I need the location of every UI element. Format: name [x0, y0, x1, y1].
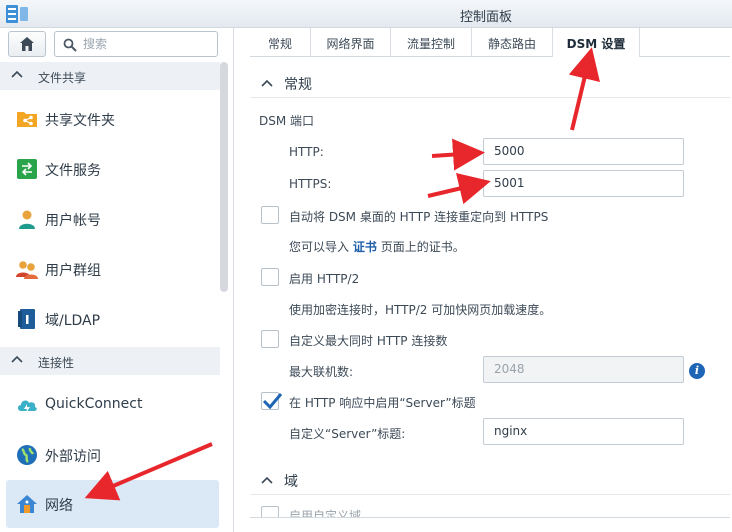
http-port-field[interactable]: 5000	[483, 138, 684, 165]
home-icon	[20, 37, 34, 51]
sidebar-item-quickconnect[interactable]: QuickConnect	[6, 381, 219, 429]
section-title: 常规	[284, 77, 312, 93]
http-port-label: HTTP:	[289, 145, 324, 159]
clipped-row: 启用自定义域	[234, 506, 732, 517]
https-port-label: HTTPS:	[289, 177, 332, 191]
custom-domain-label: 启用自定义域	[289, 509, 362, 517]
chevron-up-icon	[261, 79, 273, 87]
custom-domain-checkbox[interactable]	[261, 506, 279, 517]
sidebar-item-label: 网络	[45, 498, 73, 514]
server-header-label: 在 HTTP 响应中启用“Server”标题	[289, 396, 476, 410]
sidebar-item-label: QuickConnect	[45, 396, 143, 412]
divider	[250, 517, 730, 518]
title-bar: 控制面板	[0, 0, 732, 28]
max-connections-field: 2048	[483, 356, 684, 383]
certificate-link[interactable]: 证书	[353, 240, 377, 254]
tab-network-interface[interactable]: 网络界面	[311, 28, 391, 57]
chevron-up-icon	[11, 70, 23, 78]
search-input[interactable]	[83, 35, 211, 53]
sidebar-item-domain-ldap[interactable]: 域/LDAP	[6, 295, 219, 343]
max-connections-field-label: 最大联机数:	[289, 365, 354, 379]
main-panel: 常规 网络界面 流量控制 静态路由 DSM 设置 常规 DSM 端口 HTTP:…	[234, 28, 732, 532]
certificate-note: 您可以导入 证书 页面上的证书。	[289, 240, 465, 254]
https-port-field[interactable]: 5001	[483, 170, 684, 197]
sidebar-item-label: 文件服务	[45, 163, 101, 179]
checkmark-icon	[262, 393, 283, 410]
sidebar-item-group[interactable]: 用户群组	[6, 245, 219, 293]
search-box[interactable]	[54, 31, 218, 57]
section-general-header[interactable]: 常规	[250, 68, 730, 98]
group-icon	[16, 261, 38, 279]
server-header-checkbox[interactable]	[261, 392, 283, 410]
file-services-icon	[17, 159, 37, 179]
sidebar-item-label: 用户群组	[45, 263, 101, 279]
sidebar-item-label: 外部访问	[45, 449, 101, 465]
custom-server-field[interactable]: nginx	[483, 418, 684, 445]
redirect-https-checkbox[interactable]	[261, 206, 279, 224]
external-access-icon	[17, 445, 37, 465]
sidebar-item-external-access[interactable]: 外部访问	[6, 431, 219, 479]
info-icon[interactable]: i	[689, 363, 705, 379]
sidebar-item-shared-folder[interactable]: 共享文件夹	[6, 95, 219, 143]
search-icon	[63, 38, 77, 52]
window-title: 控制面板	[459, 10, 512, 25]
network-icon	[17, 495, 37, 513]
dsm-port-label: DSM 端口	[259, 114, 315, 128]
quickconnect-icon	[18, 400, 37, 413]
sidebar-item-label: 共享文件夹	[45, 113, 115, 129]
http2-label: 启用 HTTP/2	[289, 272, 360, 286]
max-connections-checkbox[interactable]	[261, 330, 279, 348]
sidebar-item-user[interactable]: 用户帐号	[6, 195, 219, 243]
sidebar-scrollbar[interactable]	[220, 62, 228, 292]
home-button[interactable]	[8, 31, 46, 57]
tab-bar: 常规 网络界面 流量控制 静态路由 DSM 设置	[250, 28, 730, 57]
tab-dsm-settings[interactable]: DSM 设置	[553, 28, 640, 57]
max-connections-label: 自定义最大同时 HTTP 连接数	[289, 334, 448, 348]
sidebar-section-connectivity[interactable]: 连接性	[0, 347, 220, 375]
chevron-up-icon	[261, 476, 273, 484]
http2-checkbox[interactable]	[261, 268, 279, 286]
chevron-up-icon	[11, 355, 23, 363]
sidebar-section-label: 文件共享	[38, 71, 87, 85]
user-icon	[19, 210, 35, 229]
redirect-https-label: 自动将 DSM 桌面的 HTTP 连接重定向到 HTTPS	[289, 210, 549, 224]
shared-folder-icon	[17, 112, 37, 127]
section-title: 域	[284, 474, 298, 490]
sidebar: 文件共享 共享文件夹 文件服务 用户帐号 用户群组	[0, 28, 234, 532]
tab-general[interactable]: 常规	[250, 28, 311, 57]
domain-ldap-icon	[18, 309, 35, 329]
custom-server-label: 自定义“Server”标题:	[289, 427, 406, 441]
section-domain-header[interactable]: 域	[250, 465, 730, 495]
sidebar-item-label: 用户帐号	[45, 213, 101, 229]
http2-note: 使用加密连接时，HTTP/2 可加快网页加载速度。	[289, 303, 552, 317]
tab-static-route[interactable]: 静态路由	[472, 28, 553, 57]
sidebar-item-network[interactable]: 网络	[6, 480, 219, 528]
tab-traffic-control[interactable]: 流量控制	[391, 28, 472, 57]
sidebar-section-label: 连接性	[38, 356, 75, 370]
sidebar-item-label: 域/LDAP	[45, 313, 101, 329]
sidebar-section-file-sharing[interactable]: 文件共享	[0, 62, 220, 90]
sidebar-item-file-services[interactable]: 文件服务	[6, 145, 219, 193]
